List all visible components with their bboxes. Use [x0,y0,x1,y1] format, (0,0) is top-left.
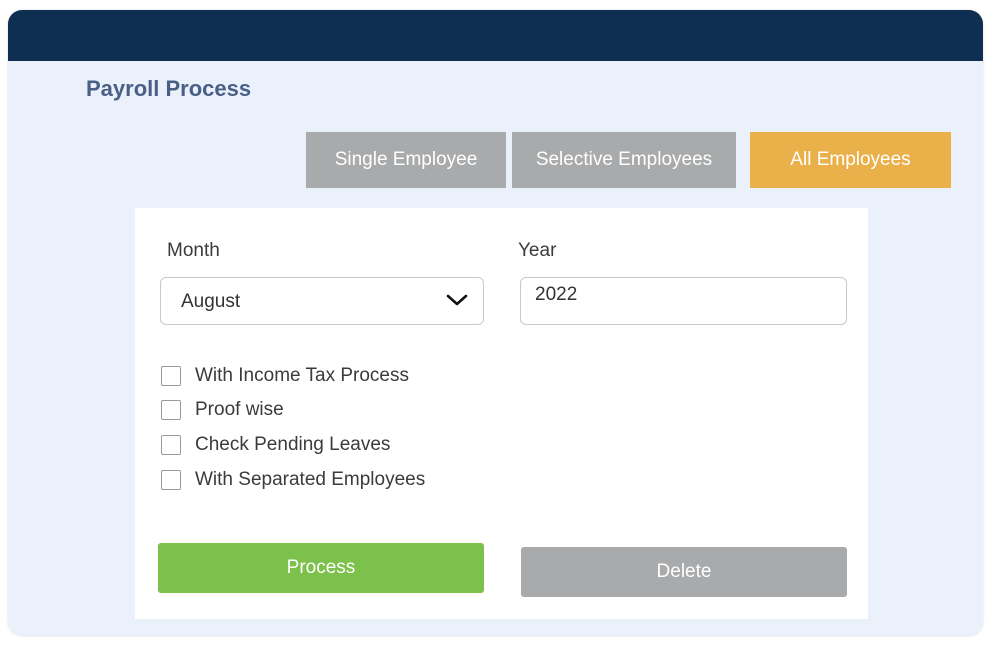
month-select[interactable]: August [160,277,484,325]
checkbox-label: Proof wise [195,399,284,420]
checkbox-label: With Separated Employees [195,469,426,490]
year-label: Year [518,240,557,261]
checkbox-check-pending-leaves[interactable]: Check Pending Leaves [161,433,390,457]
checkbox-label: With Income Tax Process [195,365,410,386]
tab-selective-employees[interactable]: Selective Employees [512,132,736,188]
checkbox-box[interactable] [161,470,181,490]
chevron-down-icon [445,290,469,310]
checkbox-box[interactable] [161,366,181,386]
month-select-value: August [181,291,241,312]
payroll-window: Payroll Process Single Employee Selectiv… [8,10,983,636]
header-bar [8,10,983,61]
checkbox-label: Check Pending Leaves [195,434,391,455]
year-input[interactable] [520,277,847,325]
checkbox-proof-wise[interactable]: Proof wise [161,398,284,422]
month-label: Month [167,240,220,261]
page-title: Payroll Process [86,76,252,101]
payroll-form-panel: Month Year August With Income Tax Proces… [135,208,868,619]
checkbox-box[interactable] [161,400,181,420]
checkbox-with-separated-employees[interactable]: With Separated Employees [161,468,425,492]
process-button[interactable]: Process [158,543,484,593]
checkbox-box[interactable] [161,435,181,455]
delete-button[interactable]: Delete [521,547,847,597]
checkbox-income-tax-process[interactable]: With Income Tax Process [161,364,409,388]
tab-single-employee[interactable]: Single Employee [306,132,506,188]
tab-all-employees[interactable]: All Employees [750,132,951,188]
